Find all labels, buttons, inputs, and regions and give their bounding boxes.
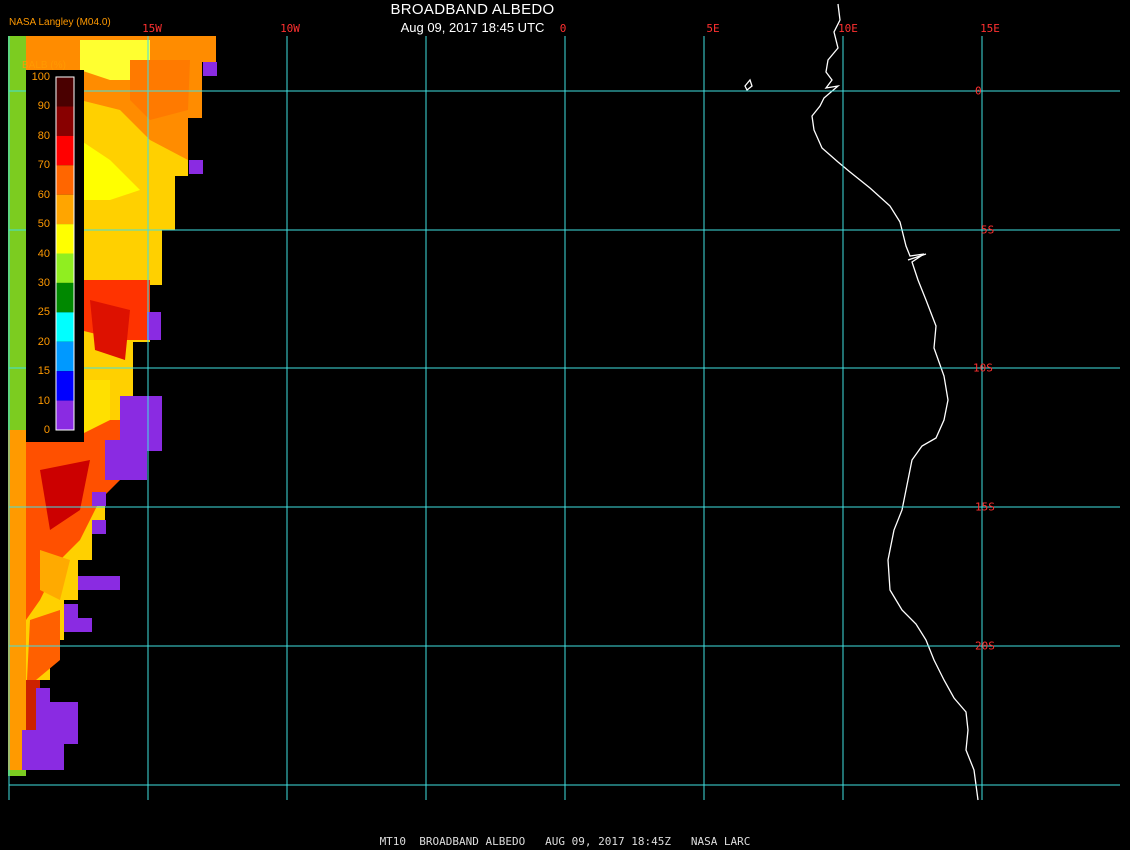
colorbar-swatch — [56, 224, 74, 254]
lat-label-15s: 15S — [975, 500, 995, 514]
colorbar-swatch — [56, 77, 74, 107]
lat-label-0: 0 — [975, 84, 982, 98]
colorbar-tick-label: 30 — [37, 276, 50, 289]
lat-label-20s: 20S — [975, 639, 995, 653]
colorbar-swatch — [56, 106, 74, 136]
colorbar-tick-label: 90 — [37, 100, 50, 113]
colorbar-swatch — [56, 400, 74, 430]
map-title: BROADBAND ALBEDO — [390, 1, 555, 18]
colorbar-tick-label: 10 — [37, 394, 50, 407]
albedo-field-lower-strip — [8, 430, 26, 770]
colorbar-tick-label: 60 — [37, 188, 50, 201]
colorbar-tick-label: 50 — [37, 218, 50, 231]
lon-label-0: 0 — [559, 22, 567, 35]
colorbar-swatch — [56, 194, 74, 225]
map-datetime: Aug 09, 2017 18:45 UTC — [400, 20, 545, 35]
colorbar-swatch — [56, 253, 74, 283]
colorbar-tick-label: 70 — [37, 159, 50, 172]
colorbar-swatch — [56, 312, 74, 342]
lon-label-10w: 10W — [280, 22, 300, 35]
colorbar-swatch — [56, 341, 74, 372]
colorbar-swatch — [56, 371, 74, 401]
lon-label-10e: 10E — [838, 22, 858, 35]
colorbar-swatch — [56, 282, 74, 313]
colorbar-tick-label: 0 — [43, 424, 50, 436]
colorbar-swatch — [56, 135, 74, 166]
colorbar-tick-label: 15 — [37, 365, 50, 378]
footer-caption: MT10 BROADBAND ALBEDO AUG 09, 2017 18:45… — [379, 835, 751, 848]
agency-label: NASA Langley (M04.0) — [9, 17, 111, 28]
lon-label-15e: 15E — [980, 22, 1000, 35]
colorbar-tick-label: 25 — [37, 306, 50, 319]
colorbar-tick-label: 20 — [37, 335, 50, 348]
colorbar-tick-label: 100 — [31, 71, 50, 83]
lat-label-5s: 5S — [981, 223, 995, 237]
colorbar-swatch — [56, 165, 74, 195]
albedo-map — [0, 0, 1130, 850]
colorbar-tick-label: 80 — [37, 129, 50, 142]
lon-label-15w: 15W — [142, 22, 162, 35]
colorbar-tick-label: 40 — [37, 247, 50, 260]
lon-label-5e: 5E — [706, 22, 720, 35]
colorbar-title: BALB (%) — [22, 60, 66, 71]
lat-label-10s: 10S — [973, 361, 993, 375]
